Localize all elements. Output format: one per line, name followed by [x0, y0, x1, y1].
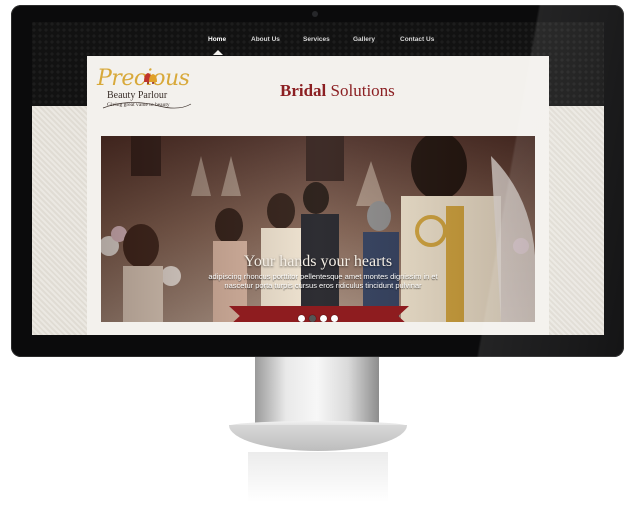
logo-tagline: Giving great value to beauty	[107, 102, 170, 108]
monitor-screen: Home About Us Services Gallery Contact U…	[32, 22, 604, 335]
slider-dot-1[interactable]	[298, 315, 305, 322]
page-title-rest: Solutions	[330, 81, 395, 100]
nav-gallery[interactable]: Gallery	[353, 36, 375, 43]
main-nav: Home About Us Services Gallery Contact U…	[32, 36, 604, 50]
nav-services[interactable]: Services	[303, 36, 330, 43]
slide-caption-title: Your hands your hearts	[243, 253, 393, 270]
nav-about-us[interactable]: About Us	[251, 36, 280, 43]
slide-caption-text: adipiscing rhoncus porttitor pellentesqu…	[208, 272, 438, 290]
slider-pagination	[101, 309, 535, 322]
active-nav-caret-icon	[213, 50, 223, 55]
nav-home[interactable]: Home	[208, 36, 226, 43]
slider-dot-2[interactable]	[309, 315, 316, 322]
site-logo[interactable]: Precious Beauty Parlour Giving great val…	[97, 66, 197, 122]
bells-icon	[144, 73, 157, 84]
page-card: Precious Beauty Parlour Giving great val…	[87, 56, 549, 335]
slider-dot-3[interactable]	[320, 315, 327, 322]
slider-dot-4[interactable]	[331, 315, 338, 322]
camera-icon	[312, 11, 318, 17]
slider-overlay	[101, 136, 535, 322]
monitor-base	[229, 425, 407, 451]
hero-slider[interactable]: Your hands your hearts adipiscing rhoncu…	[101, 136, 535, 322]
nav-contact-us[interactable]: Contact Us	[400, 36, 434, 43]
page-title: Bridal Solutions	[280, 81, 395, 101]
page-title-bold: Bridal	[280, 81, 327, 100]
monitor-neck	[255, 357, 379, 429]
stand-reflection	[248, 452, 388, 502]
